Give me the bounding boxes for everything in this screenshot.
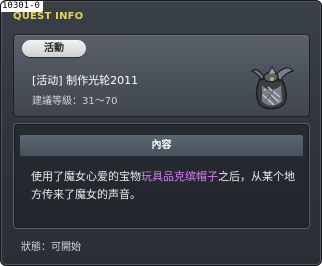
quest-summary-panel: 活動 [活动] 制作光轮2011 建議等級：31～70 xyxy=(13,34,310,117)
quest-content-panel: 內容 使用了魔女心爱的宝物玩具品克缤帽子之后，从某个地方传来了魔女的声音。 xyxy=(13,123,310,229)
quest-description: 使用了魔女心爱的宝物玩具品克缤帽子之后，从某个地方传来了魔女的声音。 xyxy=(31,168,301,204)
quest-info-window: 10301-0 QUEST INFO 活動 [活动] 制作光轮2011 建議等級… xyxy=(0,0,322,266)
quest-name: [活动] 制作光轮2011 xyxy=(32,74,139,87)
description-text-start: 使用了魔女心爱的宝物 xyxy=(31,170,141,183)
window-id-tag: 10301-0 xyxy=(1,1,43,12)
content-header: 內容 xyxy=(20,135,303,156)
wrapped-hat-item-icon xyxy=(250,66,294,110)
recommended-level: 建議等級：31～70 xyxy=(32,96,118,107)
quest-status: 狀態：可開始 xyxy=(21,242,81,253)
highlighted-item-name: 玩具品克缤帽子 xyxy=(141,170,218,183)
window-title: QUEST INFO xyxy=(13,11,84,22)
quest-category-badge: 活動 xyxy=(22,40,86,57)
